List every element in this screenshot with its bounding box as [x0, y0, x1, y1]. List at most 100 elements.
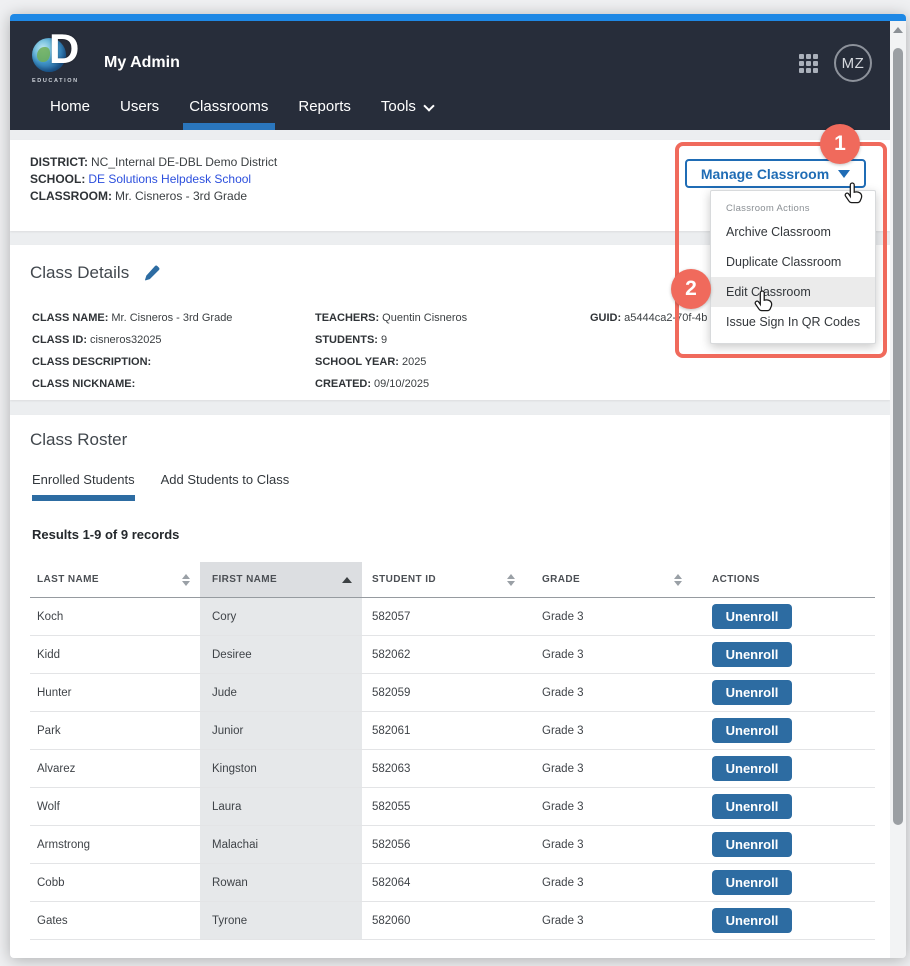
avatar[interactable]: MZ — [834, 44, 872, 82]
nav-item[interactable]: Users — [120, 96, 159, 130]
menu-item[interactable]: Archive Classroom — [711, 217, 875, 247]
nav-item[interactable]: Home — [50, 96, 90, 130]
detail-field: CLASS DESCRIPTION: — [32, 351, 232, 373]
detail-field-value: Quentin Cisneros — [382, 312, 467, 324]
column-header[interactable]: GRADE — [525, 562, 692, 597]
column-header-label: FIRST NAME — [212, 574, 277, 585]
detail-field-label: SCHOOL YEAR: — [315, 356, 399, 368]
unenroll-button[interactable]: Unenroll — [712, 642, 792, 667]
student-id-cell: 582061 — [372, 725, 410, 737]
last-name-cell: Park — [37, 725, 61, 737]
roster-table-body: Koch Cory 582057 Grade 3 Unenroll Kidd D… — [30, 598, 875, 940]
first-name-cell: Cory — [212, 611, 236, 623]
edit-pencil-icon[interactable] — [143, 265, 160, 282]
detail-field: STUDENTS:9 — [315, 329, 467, 351]
student-id-cell: 582063 — [372, 763, 410, 775]
unenroll-button[interactable]: Unenroll — [712, 680, 792, 705]
last-name-cell: Koch — [37, 611, 63, 623]
detail-field-label: CLASS NAME: — [32, 312, 108, 324]
roster-tabs: Enrolled Students Add Students to Class — [32, 472, 870, 501]
table-row: Gates Tyrone 582060 Grade 3 Unenroll — [30, 902, 875, 940]
manage-classroom-label: Manage Classroom — [701, 166, 829, 182]
column-header[interactable]: STUDENT ID — [362, 562, 525, 597]
grade-cell: Grade 3 — [542, 839, 584, 851]
first-name-cell: Malachai — [212, 839, 258, 851]
school-label: SCHOOL: — [30, 172, 85, 186]
annotation-step-1-badge: 1 — [820, 124, 860, 164]
last-name-cell: Cobb — [37, 877, 65, 889]
logo-subtext: EDUCATION — [32, 78, 79, 84]
column-header-label: ACTIONS — [712, 574, 760, 585]
nav-item-label: Home — [50, 98, 90, 115]
nav-item-label: Tools — [381, 98, 416, 115]
detail-field: CREATED:09/10/2025 — [315, 373, 467, 395]
menu-item-label: Issue Sign In QR Codes — [726, 315, 860, 329]
grade-cell: Grade 3 — [542, 611, 584, 623]
grade-cell: Grade 3 — [542, 877, 584, 889]
nav-item[interactable]: Classrooms — [189, 96, 268, 130]
menu-item[interactable]: Issue Sign In QR Codes — [711, 307, 875, 337]
unenroll-button[interactable]: Unenroll — [712, 908, 792, 933]
unenroll-button[interactable]: Unenroll — [712, 718, 792, 743]
roster-tab[interactable]: Enrolled Students — [32, 472, 135, 501]
results-count: Results 1-9 of 9 records — [32, 527, 870, 542]
sorted-ascending-icon — [342, 577, 352, 583]
student-id-cell: 582055 — [372, 801, 410, 813]
classroom-label: CLASSROOM: — [30, 189, 112, 203]
app-window: D EDUCATION My Admin MZ Home Users Class… — [10, 14, 906, 958]
last-name-cell: Wolf — [37, 801, 60, 813]
class-roster-card: Class Roster Enrolled StudentsAdd Studen… — [10, 415, 890, 958]
hand-cursor-icon — [754, 290, 776, 315]
unenroll-button[interactable]: Unenroll — [712, 832, 792, 857]
column-header[interactable]: LAST NAME — [30, 562, 200, 597]
header-right: MZ — [799, 44, 872, 82]
detail-field-value: Mr. Cisneros - 3rd Grade — [111, 312, 232, 324]
last-name-cell: Kidd — [37, 649, 60, 661]
table-row: Wolf Laura 582055 Grade 3 Unenroll — [30, 788, 875, 826]
scrollbar-up-arrow[interactable] — [890, 21, 906, 38]
unenroll-button[interactable]: Unenroll — [712, 870, 792, 895]
unenroll-button[interactable]: Unenroll — [712, 604, 792, 629]
grade-cell: Grade 3 — [542, 801, 584, 813]
discovery-education-logo[interactable]: D EDUCATION — [32, 36, 88, 84]
roster-tab[interactable]: Add Students to Class — [161, 472, 290, 501]
table-row: Kidd Desiree 582062 Grade 3 Unenroll — [30, 636, 875, 674]
unenroll-button[interactable]: Unenroll — [712, 756, 792, 781]
student-id-cell: 582060 — [372, 915, 410, 927]
chevron-down-icon — [423, 100, 434, 111]
table-row: Park Junior 582061 Grade 3 Unenroll — [30, 712, 875, 750]
column-header[interactable]: ACTIONS — [692, 562, 875, 597]
unenroll-button[interactable]: Unenroll — [712, 794, 792, 819]
district-value: NC_Internal DE-DBL Demo District — [91, 155, 277, 169]
detail-field: CLASS ID:cisneros32025 — [32, 329, 232, 351]
table-row: Hunter Jude 582059 Grade 3 Unenroll — [30, 674, 875, 712]
main-nav: Home Users Classrooms Reports Tools — [50, 96, 433, 130]
apps-grid-icon[interactable] — [799, 54, 818, 73]
first-name-cell: Tyrone — [212, 915, 247, 927]
scrollbar-thumb[interactable] — [893, 48, 903, 825]
last-name-cell: Armstrong — [37, 839, 90, 851]
details-col-guid: GUID:a5444ca2-70f-4b — [590, 307, 707, 329]
school-link[interactable]: DE Solutions Helpdesk School — [88, 172, 251, 186]
detail-field-value: 09/10/2025 — [374, 378, 429, 390]
first-name-cell: Rowan — [212, 877, 248, 889]
annotation-step-2-badge: 2 — [671, 269, 711, 309]
table-row: Alvarez Kingston 582063 Grade 3 Unenroll — [30, 750, 875, 788]
detail-field-value: 2025 — [402, 356, 426, 368]
vertical-scrollbar[interactable] — [890, 21, 906, 958]
table-row: Koch Cory 582057 Grade 3 Unenroll — [30, 598, 875, 636]
column-header[interactable]: FIRST NAME — [200, 562, 362, 597]
column-header-label: LAST NAME — [37, 574, 99, 585]
nav-item-label: Reports — [298, 98, 351, 115]
logo-letter: D — [49, 28, 79, 70]
column-header-label: GRADE — [542, 574, 580, 585]
menu-item[interactable]: Duplicate Classroom — [711, 247, 875, 277]
menu-item[interactable]: Edit Classroom — [711, 277, 875, 307]
detail-field-label: STUDENTS: — [315, 334, 378, 346]
grade-cell: Grade 3 — [542, 725, 584, 737]
nav-item[interactable]: Tools — [381, 96, 433, 130]
detail-field: CLASS NAME:Mr. Cisneros - 3rd Grade — [32, 307, 232, 329]
student-id-cell: 582062 — [372, 649, 410, 661]
nav-item[interactable]: Reports — [298, 96, 351, 130]
detail-field-label: CLASS NICKNAME: — [32, 378, 135, 390]
